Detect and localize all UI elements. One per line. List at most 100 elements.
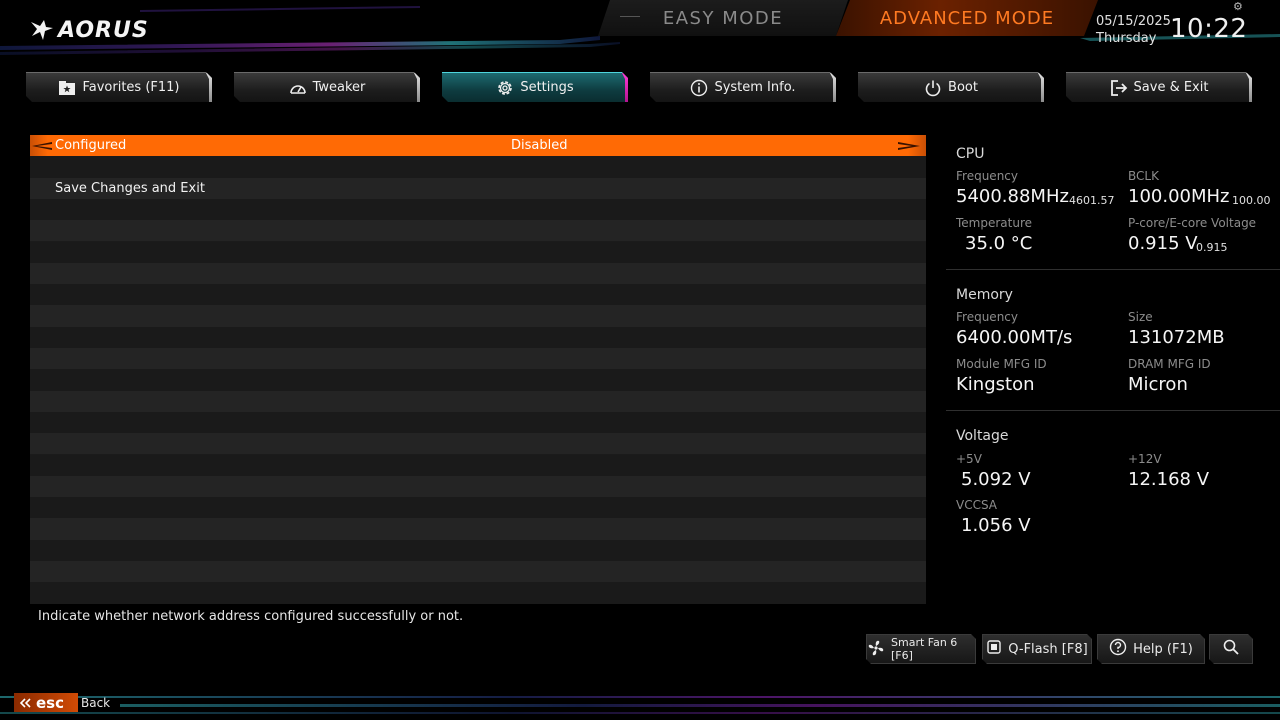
memory-frequency-value: 6400.00MT/s bbox=[956, 327, 1073, 348]
module-mfg-value: Kingston bbox=[956, 374, 1035, 395]
memory-size-label: Size bbox=[1128, 310, 1153, 324]
tab-system-info[interactable]: System Info. bbox=[650, 72, 836, 102]
date-text: 05/15/2025 bbox=[1096, 14, 1171, 29]
tab-label: Favorites (F11) bbox=[82, 80, 180, 95]
tab-boot[interactable]: Boot bbox=[858, 72, 1044, 102]
vccsa-value: 1.056 V bbox=[961, 515, 1031, 536]
core-voltage-value: 0.915 V bbox=[1128, 233, 1198, 254]
info-icon bbox=[690, 79, 708, 97]
chip-icon bbox=[986, 639, 1002, 659]
v12-value: 12.168 V bbox=[1128, 469, 1210, 490]
gear-icon bbox=[496, 79, 514, 97]
footer-decor bbox=[0, 696, 1280, 714]
list-row bbox=[30, 305, 926, 327]
list-row bbox=[30, 156, 926, 178]
search-button[interactable] bbox=[1209, 634, 1253, 664]
qflash-button[interactable]: Q-Flash [F8] bbox=[982, 634, 1092, 664]
list-row bbox=[30, 390, 926, 412]
section-divider bbox=[946, 269, 1280, 270]
cpu-frequency-sub: 4601.57 bbox=[1069, 194, 1115, 207]
tab-tweaker[interactable]: Tweaker bbox=[234, 72, 420, 102]
module-mfg-label: Module MFG ID bbox=[956, 357, 1047, 371]
fan-icon bbox=[867, 639, 885, 660]
core-voltage-sub: 0.915 bbox=[1196, 241, 1228, 254]
list-row bbox=[30, 262, 926, 285]
list-row bbox=[30, 241, 926, 263]
easy-mode-label: EASY MODE bbox=[662, 7, 784, 29]
list-row bbox=[30, 284, 926, 306]
smart-fan-label: Smart Fan 6 [F6] bbox=[891, 636, 958, 662]
tab-favorites[interactable]: Favorites (F11) bbox=[26, 72, 212, 102]
advanced-mode-button[interactable]: ADVANCED MODE bbox=[836, 0, 1098, 36]
selection-decor-icon bbox=[32, 142, 52, 150]
temperature-label: Temperature bbox=[956, 216, 1033, 230]
double-chevron-left-icon bbox=[19, 694, 32, 712]
list-row bbox=[30, 326, 926, 348]
voltage-section-title: Voltage bbox=[956, 428, 1009, 444]
item-label: Configured bbox=[55, 138, 127, 153]
section-divider bbox=[946, 410, 1280, 411]
tab-label: System Info. bbox=[714, 80, 796, 95]
item-value[interactable]: Disabled bbox=[511, 138, 567, 153]
cpu-frequency-value: 5400.88MHz bbox=[956, 186, 1069, 207]
list-row bbox=[30, 497, 926, 519]
help-description: Indicate whether network address configu… bbox=[38, 609, 464, 624]
logo-text: AORUS bbox=[58, 17, 149, 43]
list-row bbox=[30, 539, 926, 561]
v5-value: 5.092 V bbox=[961, 469, 1031, 490]
esc-button[interactable]: esc bbox=[14, 693, 78, 712]
core-voltage-label: P-core/E-core Voltage bbox=[1128, 216, 1257, 230]
clock: 10:22 bbox=[1170, 14, 1248, 44]
list-row bbox=[30, 561, 926, 583]
selection-decor-icon bbox=[898, 142, 920, 150]
exit-icon bbox=[1110, 79, 1128, 97]
cpu-frequency-label: Frequency bbox=[956, 169, 1018, 183]
date-display: 05/15/2025 Thursday bbox=[1096, 13, 1171, 47]
easy-mode-button[interactable]: EASY MODE bbox=[598, 0, 848, 36]
power-icon bbox=[924, 79, 942, 97]
bclk-value: 100.00MHz bbox=[1128, 186, 1230, 207]
tab-settings[interactable]: Settings bbox=[442, 72, 628, 102]
memory-frequency-label: Frequency bbox=[956, 310, 1018, 324]
help-icon bbox=[1109, 638, 1127, 660]
list-row bbox=[30, 369, 926, 391]
cpu-section-title: CPU bbox=[956, 146, 985, 162]
esc-label: esc bbox=[36, 693, 64, 712]
list-row bbox=[30, 348, 926, 370]
bios-screen: AORUS EASY MODE ADVANCED MODE 05/15/2025… bbox=[0, 0, 1280, 720]
star-folder-icon bbox=[58, 79, 76, 97]
settings-list: Configured Disabled Save Changes and Exi… bbox=[30, 135, 926, 604]
bclk-sub: 100.00 bbox=[1232, 194, 1271, 207]
back-label: Back bbox=[81, 696, 111, 710]
aorus-logo: AORUS bbox=[30, 16, 149, 44]
tab-label: Save & Exit bbox=[1133, 80, 1209, 95]
advanced-mode-label: ADVANCED MODE bbox=[879, 7, 1055, 29]
smart-fan-button[interactable]: Smart Fan 6 [F6] bbox=[866, 634, 976, 664]
bclk-label: BCLK bbox=[1128, 169, 1159, 183]
help-button[interactable]: Help (F1) bbox=[1097, 634, 1205, 664]
list-item-save-changes-exit[interactable]: Save Changes and Exit bbox=[30, 177, 926, 199]
tab-label: Settings bbox=[520, 80, 574, 95]
decor-dash bbox=[620, 16, 640, 17]
list-row bbox=[30, 454, 926, 476]
memory-size-value: 131072MB bbox=[1128, 327, 1225, 348]
dram-mfg-label: DRAM MFG ID bbox=[1128, 357, 1211, 371]
list-row bbox=[30, 433, 926, 455]
qflash-label: Q-Flash [F8] bbox=[1008, 641, 1088, 657]
tab-label: Tweaker bbox=[312, 80, 366, 95]
list-item-configured[interactable]: Configured Disabled bbox=[30, 135, 926, 157]
tab-save-exit[interactable]: Save & Exit bbox=[1066, 72, 1252, 102]
list-row bbox=[30, 220, 926, 242]
list-row bbox=[30, 582, 926, 604]
search-icon bbox=[1222, 638, 1240, 660]
speedometer-icon bbox=[289, 79, 307, 97]
settings-gear-icon[interactable]: ⚙ bbox=[1233, 0, 1243, 13]
list-row bbox=[30, 198, 926, 221]
item-label: Save Changes and Exit bbox=[55, 180, 205, 196]
list-row bbox=[30, 518, 926, 540]
temperature-value: 35.0 °C bbox=[965, 233, 1033, 254]
memory-section-title: Memory bbox=[956, 287, 1013, 303]
dram-mfg-value: Micron bbox=[1128, 374, 1188, 395]
list-row bbox=[30, 411, 926, 434]
v12-label: +12V bbox=[1128, 452, 1162, 466]
